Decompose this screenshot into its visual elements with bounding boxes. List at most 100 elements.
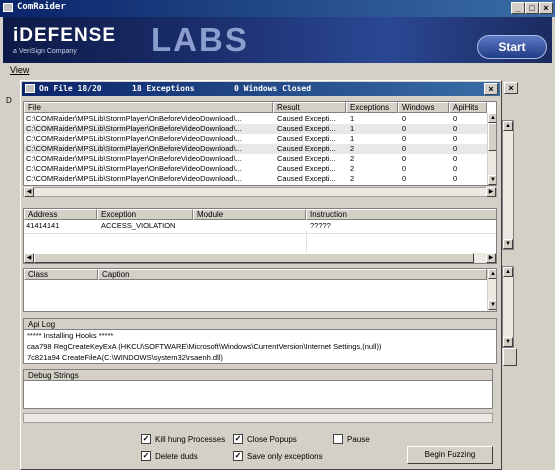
windows-cell: 0 — [402, 124, 407, 133]
start-button[interactable]: Start — [477, 35, 547, 59]
windows-cell: 0 — [402, 114, 407, 123]
instruction-cell: ????? — [310, 221, 331, 230]
scroll-down-icon[interactable]: ▼ — [503, 337, 513, 347]
col-header-exception[interactable]: Exception — [97, 209, 193, 220]
table-row[interactable]: C:\COMRaider\MPSLib\StormPlayer\OnBefore… — [24, 154, 487, 164]
exceptions-cell: 1 — [350, 124, 355, 133]
result-cell: Caused Excepti... — [277, 154, 336, 163]
delete-duds-checkbox[interactable]: ✓ — [141, 451, 151, 461]
windows-cell: 0 — [402, 134, 407, 143]
dock-close-icon[interactable]: × — [504, 82, 518, 94]
table-row[interactable]: C:\COMRaider\MPSLib\StormPlayer\OnBefore… — [24, 114, 487, 124]
kill-hung-label: Kill hung Processes — [155, 435, 226, 444]
result-cell: Caused Excepti... — [277, 174, 336, 183]
inner-title-bar: On File 18/20 18 Exceptions 0 Windows Cl… — [22, 82, 500, 96]
save-only-label: Save only exceptions — [247, 452, 323, 461]
banner: iDEFENSE a VeriSign Company LABS Start — [3, 17, 552, 63]
debug-strings-panel: Debug Strings — [23, 369, 493, 409]
scroll-left-icon[interactable]: ◀ — [24, 253, 34, 263]
table-row[interactable]: 41414141 ACCESS_VIOLATION ????? — [24, 221, 496, 231]
col-header-file[interactable]: File — [24, 102, 273, 113]
table-row[interactable]: C:\COMRaider\MPSLib\StormPlayer\OnBefore… — [24, 164, 487, 174]
file-path-cell: C:\COMRaider\MPSLib\StormPlayer\OnBefore… — [26, 144, 242, 153]
exceptions-cell: 1 — [350, 114, 355, 123]
maximize-icon[interactable]: □ — [525, 2, 539, 14]
col-header-apihits[interactable]: ApiHits — [449, 102, 487, 113]
window-table: Class Caption ▲ ▼ — [23, 268, 497, 312]
file-path-cell: C:\COMRaider\MPSLib\StormPlayer\OnBefore… — [26, 174, 242, 183]
table-row[interactable]: C:\COMRaider\MPSLib\StormPlayer\OnBefore… — [24, 134, 487, 144]
inner-close-icon[interactable]: × — [484, 83, 498, 95]
file-progress: On File 18/20 — [39, 84, 102, 93]
scroll-down-icon[interactable]: ▼ — [488, 300, 496, 310]
file-path-cell: C:\COMRaider\MPSLib\StormPlayer\OnBefore… — [26, 164, 242, 173]
menu-view[interactable]: View — [10, 65, 29, 75]
outer-side-button[interactable] — [503, 348, 517, 366]
result-cell: Caused Excepti... — [277, 144, 336, 153]
begin-fuzzing-button[interactable]: Begin Fuzzing — [407, 446, 493, 464]
outer-right-scrollbar[interactable]: ▲ ▼ — [502, 120, 514, 250]
debug-hscroll[interactable] — [23, 413, 493, 423]
table-row[interactable]: C:\COMRaider\MPSLib\StormPlayer\OnBefore… — [24, 144, 487, 154]
scroll-thumb[interactable] — [34, 253, 474, 263]
table-row[interactable]: C:\COMRaider\MPSLib\StormPlayer\OnBefore… — [24, 174, 487, 184]
file-table: File Result Exceptions Windows ApiHits C… — [23, 101, 497, 186]
api-log-line: caa798 RegCreateKeyExA (HKCU\SOFTWARE\Mi… — [27, 342, 382, 351]
scroll-up-icon[interactable]: ▲ — [488, 269, 496, 279]
col-header-class[interactable]: Class — [24, 269, 98, 280]
kill-hung-checkbox[interactable]: ✓ — [141, 434, 151, 444]
file-path-cell: C:\COMRaider\MPSLib\StormPlayer\OnBefore… — [26, 114, 242, 123]
api-log-line: 7c821a94 CreateFileA(C:\WINDOWS\system32… — [27, 353, 223, 362]
col-header-module[interactable]: Module — [193, 209, 306, 220]
col-header-result[interactable]: Result — [273, 102, 346, 113]
apihits-cell: 0 — [453, 134, 458, 143]
close-popups-checkbox[interactable]: ✓ — [233, 434, 243, 444]
col-header-address[interactable]: Address — [24, 209, 97, 220]
scroll-up-icon[interactable]: ▲ — [488, 113, 496, 123]
api-log-header: Api Log — [24, 319, 496, 330]
apihits-cell: 0 — [453, 174, 458, 183]
main-window-title: ComRaider — [17, 2, 66, 12]
api-log-line: ***** Installing Hooks ***** — [27, 331, 114, 340]
outer-lower-scrollbar[interactable]: ▲ ▼ — [502, 266, 514, 348]
col-header-instruction[interactable]: Instruction — [306, 209, 496, 220]
windows-cell: 0 — [402, 174, 407, 183]
exception-table-hscroll[interactable]: ◀ ▶ — [24, 253, 496, 263]
file-path-cell: C:\COMRaider\MPSLib\StormPlayer\OnBefore… — [26, 154, 242, 163]
scroll-up-icon[interactable]: ▲ — [503, 267, 513, 277]
scroll-thumb[interactable] — [488, 123, 496, 151]
col-header-caption[interactable]: Caption — [98, 269, 487, 280]
exceptions-cell: 2 — [350, 174, 355, 183]
pause-checkbox[interactable] — [333, 434, 343, 444]
scroll-right-icon[interactable]: ▶ — [486, 187, 496, 197]
apihits-cell: 0 — [453, 114, 458, 123]
file-table-vscroll[interactable]: ▲ ▼ — [487, 113, 496, 185]
address-cell: 41414141 — [26, 221, 60, 230]
scroll-left-icon[interactable]: ◀ — [24, 187, 34, 197]
close-popups-label: Close Popups — [247, 435, 297, 444]
file-table-hscroll[interactable]: ◀ ▶ — [23, 187, 497, 197]
pause-label: Pause — [347, 435, 370, 444]
apihits-cell: 0 — [453, 144, 458, 153]
scroll-up-icon[interactable]: ▲ — [503, 121, 513, 131]
outer-panel-edge: D — [6, 96, 12, 105]
window-icon — [25, 84, 35, 93]
col-header-exceptions[interactable]: Exceptions — [346, 102, 398, 113]
table-row[interactable]: C:\COMRaider\MPSLib\StormPlayer\OnBefore… — [24, 124, 487, 134]
scroll-right-icon[interactable]: ▶ — [486, 253, 496, 263]
exceptions-cell: 2 — [350, 164, 355, 173]
exceptions-cell: 1 — [350, 134, 355, 143]
apihits-cell: 0 — [453, 164, 458, 173]
result-cell: Caused Excepti... — [277, 164, 336, 173]
exceptions-cell: 2 — [350, 154, 355, 163]
windows-cell: 0 — [402, 154, 407, 163]
scroll-down-icon[interactable]: ▼ — [503, 239, 513, 249]
minimize-icon[interactable]: _ — [511, 2, 525, 14]
save-only-checkbox[interactable]: ✓ — [233, 451, 243, 461]
col-header-windows[interactable]: Windows — [398, 102, 449, 113]
result-cell: Caused Excepti... — [277, 134, 336, 143]
windows-closed-count: 0 Windows Closed — [234, 84, 312, 93]
scroll-down-icon[interactable]: ▼ — [488, 175, 496, 185]
window-table-vscroll[interactable]: ▲ ▼ — [487, 269, 496, 311]
close-icon[interactable]: × — [539, 2, 553, 14]
